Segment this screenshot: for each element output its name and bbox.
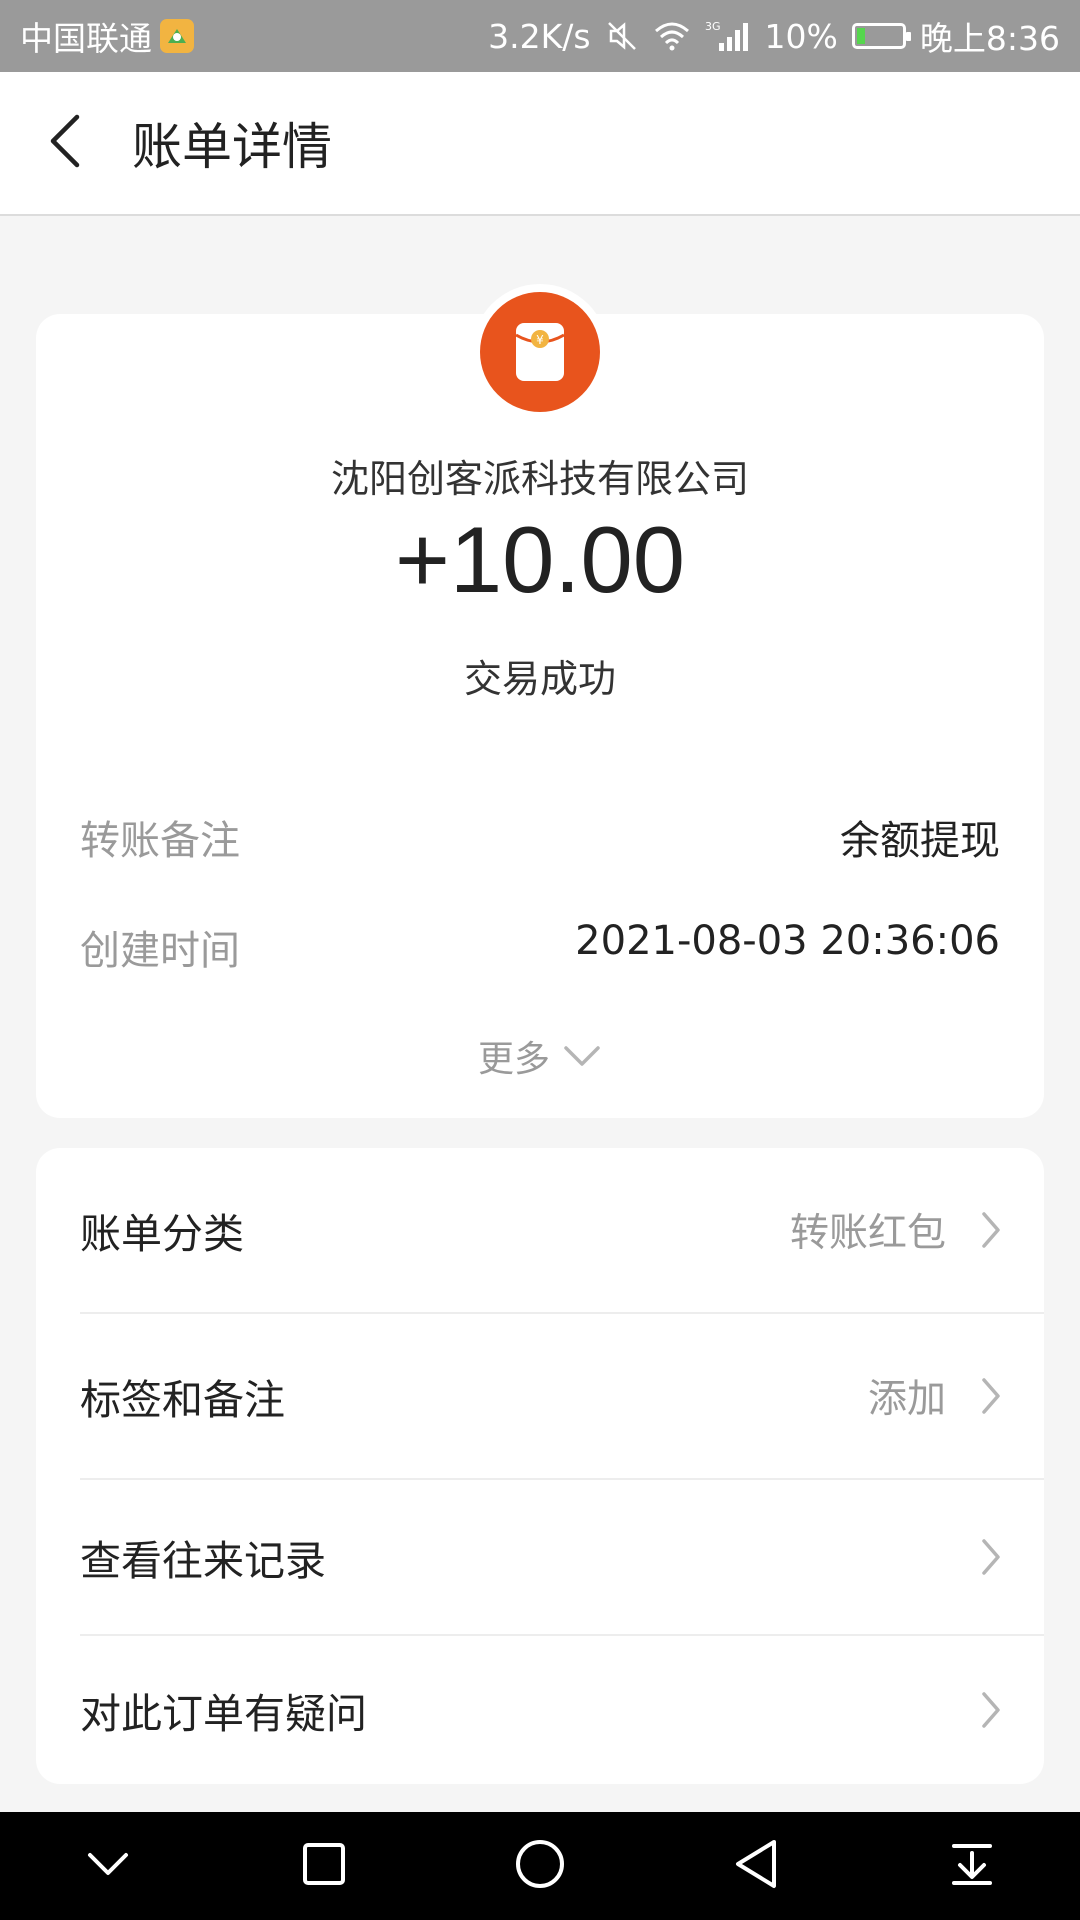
chevron-right-icon <box>980 1537 1002 1577</box>
order-question-row[interactable]: 对此订单有疑问 <box>36 1636 1044 1784</box>
action-label: 对此订单有疑问 <box>80 1690 367 1738</box>
merchant-avatar: ¥ <box>472 284 608 420</box>
action-value: 转账红包 <box>789 1211 946 1256</box>
info-label: 转账备注 <box>80 818 240 864</box>
more-toggle[interactable]: 更多 <box>0 1030 1080 1082</box>
detail-card <box>36 314 1044 1118</box>
battery-level: 10% <box>764 16 838 56</box>
nav-home-icon <box>514 1838 566 1894</box>
navigation-bar <box>0 1812 1080 1920</box>
clock: 晚上8:36 <box>919 19 1060 58</box>
chevron-down-icon <box>562 1036 602 1077</box>
info-label: 创建时间 <box>80 928 240 974</box>
svg-text:¥: ¥ <box>536 333 544 347</box>
battery-icon <box>851 23 911 49</box>
net-speed: 3.2K/s <box>488 16 591 56</box>
bill-category-row[interactable]: 账单分类 转账红包 <box>36 1148 1044 1312</box>
carrier-name: 中国联通 <box>20 19 152 58</box>
chevron-right-icon <box>980 1210 1002 1250</box>
nav-recent-button[interactable] <box>264 1812 384 1920</box>
view-history-row[interactable]: 查看往来记录 <box>36 1480 1044 1634</box>
info-row-created-time: 创建时间 2021-08-03 20:36:06 <box>80 918 1000 976</box>
actions-card: 账单分类 转账红包 标签和备注 添加 查看往来记录 对此订单有疑问 <box>36 1148 1044 1784</box>
back-arrow-icon <box>45 111 85 175</box>
status-left: 中国联通 <box>20 12 194 60</box>
nav-collapse-button[interactable] <box>48 1812 168 1920</box>
chevron-right-icon <box>980 1376 1002 1416</box>
app-badge-icon <box>160 19 194 53</box>
nav-notification-icon <box>950 1841 994 1891</box>
info-value: 2021-08-03 20:36:06 <box>575 918 1000 964</box>
more-label: 更多 <box>477 1039 550 1080</box>
action-label: 标签和备注 <box>80 1376 285 1424</box>
status-right: 3.2K/s 3G 10% 晚上8:36 <box>488 12 1060 60</box>
status-bar: 中国联通 3.2K/s 3G 10% 晚上8:36 <box>0 0 1080 72</box>
back-button[interactable] <box>0 71 130 215</box>
header: 账单详情 <box>0 72 1080 216</box>
nav-collapse-icon <box>86 1849 130 1883</box>
action-label: 账单分类 <box>80 1210 244 1258</box>
battery-fill <box>856 28 865 44</box>
tags-notes-row[interactable]: 标签和备注 添加 <box>36 1314 1044 1478</box>
action-label: 查看往来记录 <box>80 1537 326 1585</box>
nav-back-icon <box>732 1838 780 1894</box>
chevron-right-icon <box>980 1690 1002 1730</box>
transaction-amount: +10.00 <box>394 507 686 612</box>
merchant-name: 沈阳创客派科技有限公司 <box>330 457 749 501</box>
screen: 中国联通 3.2K/s 3G 10% 晚上8:36 账单详情 ¥ 沈阳创客派科技… <box>0 0 1080 1920</box>
transaction-status: 交易成功 <box>463 657 616 701</box>
info-row-remark: 转账备注 余额提现 <box>80 808 1000 866</box>
red-envelope-icon: ¥ <box>480 292 600 412</box>
page-title: 账单详情 <box>132 118 332 176</box>
nav-recent-icon <box>301 1841 347 1891</box>
svg-text:3G: 3G <box>705 20 721 33</box>
nav-back-button[interactable] <box>696 1812 816 1920</box>
signal-3g-icon: 3G <box>705 19 751 53</box>
nav-home-button[interactable] <box>480 1812 600 1920</box>
nav-notification-button[interactable] <box>912 1812 1032 1920</box>
mute-icon <box>605 19 639 53</box>
action-value: 添加 <box>867 1377 946 1422</box>
wifi-icon <box>653 20 691 52</box>
info-value: 余额提现 <box>840 818 1000 864</box>
